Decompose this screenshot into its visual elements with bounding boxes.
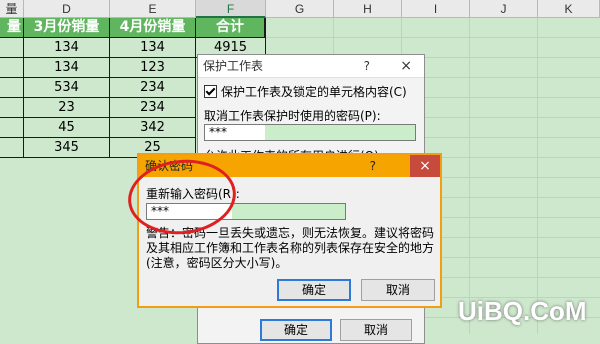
table-cell[interactable] [0,78,24,98]
table-cell[interactable] [0,38,24,58]
column-header-partial[interactable]: 量 [0,0,24,18]
checkbox-label: 保护工作表及锁定的单元格内容(C) [221,85,407,99]
table-cell[interactable]: 23 [24,98,110,118]
table-cell[interactable]: 134 [110,38,196,58]
column-header-i[interactable]: I [402,0,470,18]
table-cell[interactable]: 123 [110,58,196,78]
checkbox[interactable] [204,85,217,98]
cancel-button[interactable]: 取消 [361,279,435,301]
password-label: 取消工作表保护时使用的密码(P): [204,109,381,123]
dialog-titlebar[interactable]: 保护工作表 ? × [198,55,424,78]
gridline [469,18,470,334]
table-cell[interactable] [0,58,24,78]
password-field[interactable]: *** [204,124,416,141]
table-header-cell[interactable]: 4月份销量 [110,18,196,38]
table-cell[interactable]: 342 [110,118,196,138]
column-header-e[interactable]: E [110,0,196,18]
table-cell[interactable]: 234 [110,98,196,118]
table-cell[interactable]: 45 [24,118,110,138]
close-icon[interactable]: × [400,55,412,77]
protect-checkbox-row[interactable]: 保护工作表及锁定的单元格内容(C) [198,83,407,100]
help-icon[interactable]: ? [364,55,370,77]
ok-button[interactable]: 确定 [260,319,332,341]
table-cell[interactable]: 134 [24,58,110,78]
cancel-button[interactable]: 取消 [340,319,412,341]
table-header-total[interactable]: 合计 [196,18,266,38]
table-header-cell[interactable]: 3月份销量 [24,18,110,38]
input-highlight [232,204,345,219]
column-header-f[interactable]: F [196,0,266,18]
column-header-h[interactable]: H [334,0,402,18]
table-cell[interactable]: 134 [24,38,110,58]
table-cell[interactable] [0,98,24,118]
column-header-j[interactable]: J [470,0,538,18]
close-icon[interactable]: × [410,155,440,177]
table-cell[interactable] [0,118,24,138]
input-highlight [265,125,415,140]
gridline [537,18,538,334]
column-header-d[interactable]: D [24,0,110,18]
table-cell[interactable] [0,138,24,158]
table-cell[interactable]: 534 [24,78,110,98]
dialog-title: 保护工作表 [203,59,264,73]
gridline [266,37,600,38]
column-header-k[interactable]: K [538,0,600,18]
table-cell[interactable]: 345 [24,138,110,158]
table-header-cell[interactable]: 量 [0,18,24,38]
ok-button[interactable]: 确定 [277,279,351,301]
table-cell[interactable]: 234 [110,78,196,98]
help-icon[interactable]: ? [370,155,376,177]
column-header-g[interactable]: G [266,0,334,18]
watermark-logo: UiBQ.CoM [458,296,587,326]
password-value: *** [209,125,227,139]
